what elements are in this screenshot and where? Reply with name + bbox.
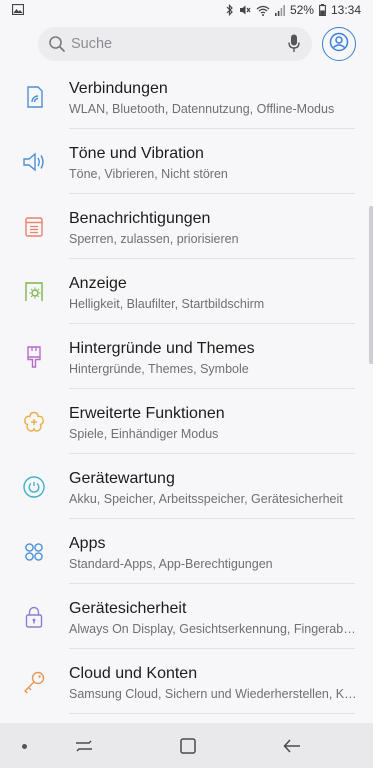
settings-item-anzeige[interactable]: Anzeige Helligkeit, Blaufilter, Startbil… bbox=[0, 259, 373, 324]
search-icon bbox=[48, 35, 66, 58]
status-bar: 52% 13:34 bbox=[0, 0, 373, 22]
settings-item-title: Erweiterte Funktionen bbox=[69, 405, 225, 422]
settings-item-title: Cloud und Konten bbox=[69, 665, 198, 682]
lock-icon bbox=[21, 604, 47, 630]
recent-apps-icon[interactable] bbox=[75, 738, 93, 759]
settings-item-title: Töne und Vibration bbox=[69, 145, 204, 162]
profile-button[interactable] bbox=[322, 27, 356, 61]
settings-item-subtitle: Akku, Speicher, Arbeitsspeicher, Gerätes… bbox=[69, 492, 343, 506]
settings-item-cloud-und-konten[interactable]: Cloud und Konten Samsung Cloud, Sichern … bbox=[0, 649, 373, 714]
settings-item-subtitle: Töne, Vibrieren, Nicht stören bbox=[69, 167, 228, 181]
settings-item-subtitle: WLAN, Bluetooth, Datennutzung, Offline-M… bbox=[69, 102, 335, 116]
settings-item-erweiterte-funktionen[interactable]: Erweiterte Funktionen Spiele, Einhändige… bbox=[0, 389, 373, 454]
sound-icon bbox=[21, 149, 47, 175]
battery-percent: 52% bbox=[289, 3, 314, 17]
nav-dot-icon[interactable] bbox=[22, 744, 27, 749]
settings-item-subtitle: Sperren, zulassen, priorisieren bbox=[69, 232, 239, 246]
settings-item-subtitle: Samsung Cloud, Sichern und Wiederherstel… bbox=[69, 687, 359, 701]
themes-icon bbox=[21, 344, 47, 370]
settings-item-geraetewartung[interactable]: Gerätewartung Akku, Speicher, Arbeitsspe… bbox=[0, 454, 373, 519]
settings-item-toene[interactable]: Töne und Vibration Töne, Vibrieren, Nich… bbox=[0, 129, 373, 194]
settings-item-hintergruende[interactable]: Hintergründe und Themes Hintergründe, Th… bbox=[0, 324, 373, 389]
profile-icon bbox=[329, 32, 349, 57]
settings-item-title: Benachrichtigungen bbox=[69, 210, 211, 227]
settings-item-benachrichtigungen[interactable]: Benachrichtigungen Sperren, zulassen, pr… bbox=[0, 194, 373, 259]
signal-icon bbox=[274, 4, 285, 16]
wifi-icon bbox=[256, 5, 270, 16]
settings-item-title: Verbindungen bbox=[69, 80, 168, 97]
navigation-bar bbox=[0, 723, 373, 768]
connections-icon bbox=[21, 84, 47, 110]
settings-item-subtitle: Hintergründe, Themes, Symbole bbox=[69, 362, 249, 376]
settings-item-subtitle: Helligkeit, Blaufilter, Startbildschirm bbox=[69, 297, 265, 311]
settings-list: Verbindungen WLAN, Bluetooth, Datennutzu… bbox=[0, 64, 373, 714]
bluetooth-icon bbox=[226, 4, 234, 16]
settings-item-title: Gerätesicherheit bbox=[69, 600, 187, 617]
settings-item-title: Hintergründe und Themes bbox=[69, 340, 255, 357]
settings-item-subtitle: Standard-Apps, App-Berechtigungen bbox=[69, 557, 273, 571]
display-icon bbox=[21, 279, 47, 305]
settings-item-title: Anzeige bbox=[69, 275, 127, 292]
scroll-handle[interactable] bbox=[369, 206, 373, 364]
back-icon[interactable] bbox=[283, 738, 301, 759]
mute-icon bbox=[239, 4, 251, 16]
settings-item-title: Apps bbox=[69, 535, 106, 552]
settings-item-apps[interactable]: Apps Standard-Apps, App-Berechtigungen bbox=[0, 519, 373, 584]
clock: 13:34 bbox=[330, 3, 361, 17]
home-icon[interactable] bbox=[180, 738, 196, 759]
settings-item-subtitle: Always On Display, Gesichtserkennung, Fi… bbox=[69, 622, 359, 636]
device-maintenance-icon bbox=[21, 474, 47, 500]
battery-icon bbox=[319, 4, 326, 16]
settings-item-verbindungen[interactable]: Verbindungen WLAN, Bluetooth, Datennutzu… bbox=[0, 64, 373, 129]
key-icon bbox=[21, 669, 47, 695]
mic-icon[interactable] bbox=[288, 34, 300, 58]
advanced-features-icon bbox=[21, 409, 47, 435]
search-input[interactable]: Suche bbox=[38, 27, 312, 61]
gallery-notification-icon bbox=[11, 3, 25, 18]
apps-icon bbox=[21, 539, 47, 565]
settings-item-title: Gerätewartung bbox=[69, 470, 175, 487]
settings-item-subtitle: Spiele, Einhändiger Modus bbox=[69, 427, 219, 441]
settings-item-geraetesicherheit[interactable]: Gerätesicherheit Always On Display, Gesi… bbox=[0, 584, 373, 649]
search-placeholder: Suche bbox=[71, 36, 113, 52]
notifications-icon bbox=[21, 214, 47, 240]
divider bbox=[69, 713, 355, 714]
